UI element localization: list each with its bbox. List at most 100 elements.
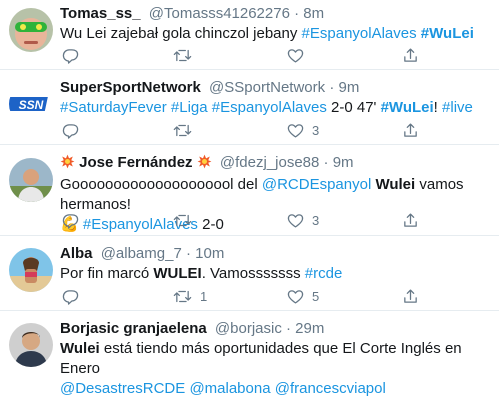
reply-button[interactable] <box>62 47 87 64</box>
like-button[interactable]: 3 <box>287 122 319 139</box>
user-handle[interactable]: @fdezj_jose88 <box>220 154 319 171</box>
heart-icon <box>287 288 304 305</box>
display-name[interactable]: SuperSportNetwork <box>60 79 201 96</box>
share-icon <box>402 122 419 139</box>
retweet-button[interactable]: 1 <box>173 288 207 305</box>
tweet-text: Wulei está tiendo más oportunidades que … <box>60 339 491 399</box>
avatar[interactable] <box>9 248 53 292</box>
like-button[interactable] <box>287 47 312 64</box>
tweet-text-segment: 2-0 47' <box>326 99 381 116</box>
display-name[interactable]: Jose Fernández <box>79 154 192 171</box>
reply-icon <box>62 212 79 229</box>
hashtag-link[interactable]: #EspanyolAlaves <box>302 25 417 42</box>
tweet-header: Tomas_ss_ @Tomasss41262276 · 8m <box>60 5 325 22</box>
tweet-header: Alba @albamg_7 · 10m <box>60 245 225 262</box>
like-count: 3 <box>312 123 320 138</box>
reply-button[interactable] <box>62 122 87 139</box>
explosion-emoji-icon <box>197 154 212 174</box>
tweet-actions: 1 5 <box>60 288 491 306</box>
like-count: 3 <box>312 213 320 228</box>
like-count: 5 <box>312 289 320 304</box>
tweet[interactable]: Jose Fernández @fdezj_jose88 · 9m Gooooo… <box>0 145 499 236</box>
timestamp[interactable]: 8m <box>303 5 324 22</box>
tweet-text: #SaturdayFever #Liga #EspanyolAlaves 2-0… <box>60 98 491 118</box>
explosion-emoji-icon <box>60 154 75 174</box>
tweet-header: Jose Fernández @fdezj_jose88 · 9m <box>60 153 491 174</box>
user-handle[interactable]: @albamg_7 <box>101 245 182 262</box>
hashtag-link[interactable]: #SaturdayFever <box>60 99 167 116</box>
tweet-text-segment: Wulei <box>375 176 416 193</box>
svg-text:SSN: SSN <box>19 98 44 112</box>
retweet-icon <box>173 47 192 64</box>
tweet-text-segment: está tiendo más oportunidades que El Cor… <box>60 340 462 377</box>
share-button[interactable] <box>402 122 419 139</box>
hashtag-link[interactable]: #live <box>442 99 473 116</box>
timestamp[interactable]: 9m <box>333 154 354 171</box>
retweet-icon <box>173 122 192 139</box>
like-button[interactable]: 5 <box>287 288 319 305</box>
avatar[interactable]: SSN <box>9 82 53 126</box>
heart-icon <box>287 47 304 64</box>
retweet-count: 1 <box>200 289 208 304</box>
heart-icon <box>287 212 304 229</box>
tweet[interactable]: SSN SuperSportNetwork @SSportNetwork · 9… <box>0 70 499 145</box>
tweet-text-segment: ! <box>433 99 443 116</box>
share-icon <box>402 212 419 229</box>
share-button[interactable] <box>402 47 419 64</box>
tweet[interactable]: Tomas_ss_ @Tomasss41262276 · 8m Wu Lei z… <box>0 0 499 70</box>
retweet-button[interactable] <box>173 122 200 139</box>
mention-link[interactable]: @RCDEspanyol <box>262 176 371 193</box>
reply-button[interactable] <box>62 288 87 305</box>
tweet-header: Borjasic granjaelena @borjasic · 29m <box>60 320 325 337</box>
retweet-button[interactable] <box>173 212 200 229</box>
tweet-feed: Tomas_ss_ @Tomasss41262276 · 8m Wu Lei z… <box>0 0 499 403</box>
avatar[interactable] <box>9 8 53 52</box>
share-icon <box>402 47 419 64</box>
hashtag-link[interactable]: #rcde <box>305 265 343 282</box>
mention-link[interactable]: @DesastresRCDE <box>60 380 185 397</box>
user-handle[interactable]: @borjasic <box>215 320 282 337</box>
reply-icon <box>62 288 79 305</box>
reply-icon <box>62 122 79 139</box>
timestamp[interactable]: 29m <box>295 320 324 337</box>
tweet-text-segment: Wu Lei zajebał gola chinczol jebany <box>60 25 302 42</box>
tweet-actions <box>60 47 491 65</box>
hashtag-link[interactable]: #WuLei <box>421 25 474 42</box>
share-icon <box>402 288 419 305</box>
tweet-actions: 3 <box>60 122 491 140</box>
display-name[interactable]: Alba <box>60 245 93 262</box>
reply-button[interactable] <box>62 212 87 229</box>
like-button[interactable]: 3 <box>287 212 319 229</box>
display-name[interactable]: Tomas_ss_ <box>60 5 141 22</box>
display-name[interactable]: Borjasic granjaelena <box>60 320 207 337</box>
tweet-text: Por fin marcó WULEI. Vamosssssss #rcde <box>60 264 491 284</box>
mention-link[interactable]: @francescviapol <box>275 380 386 397</box>
tweet-text-segment: . Vamosssssss <box>201 265 305 282</box>
share-button[interactable] <box>402 288 419 305</box>
retweet-icon <box>173 212 192 229</box>
user-handle[interactable]: @SSportNetwork <box>209 79 325 96</box>
tweet-text-segment: Wulei <box>60 340 100 357</box>
heart-icon <box>287 122 304 139</box>
tweet[interactable]: Alba @albamg_7 · 10m Por fin marcó WULEI… <box>0 236 499 311</box>
avatar[interactable] <box>9 158 53 202</box>
share-button[interactable] <box>402 212 419 229</box>
hashtag-link[interactable]: #WuLei <box>381 99 434 116</box>
user-handle[interactable]: @Tomasss41262276 <box>149 5 290 22</box>
retweet-icon <box>173 288 192 305</box>
tweet-text-segment: WULEI <box>153 265 202 282</box>
tweet[interactable]: Borjasic granjaelena @borjasic · 29m Wul… <box>0 311 499 403</box>
tweet-actions: 3 <box>60 212 491 230</box>
tweet-header: SuperSportNetwork @SSportNetwork · 9m <box>60 79 360 96</box>
mention-link[interactable]: @malabona <box>189 380 270 397</box>
hashtag-link[interactable]: #Liga <box>171 99 208 116</box>
reply-icon <box>62 47 79 64</box>
tweet-text-segment: Goooooooooooooooooool del <box>60 176 262 193</box>
avatar[interactable] <box>9 323 53 367</box>
retweet-button[interactable] <box>173 47 200 64</box>
tweet-text-segment: Por fin marcó <box>60 265 154 282</box>
hashtag-link[interactable]: #EspanyolAlaves <box>212 99 327 116</box>
timestamp[interactable]: 9m <box>338 79 359 96</box>
tweet-text: Wu Lei zajebał gola chinczol jebany #Esp… <box>60 24 491 44</box>
timestamp[interactable]: 10m <box>195 245 224 262</box>
